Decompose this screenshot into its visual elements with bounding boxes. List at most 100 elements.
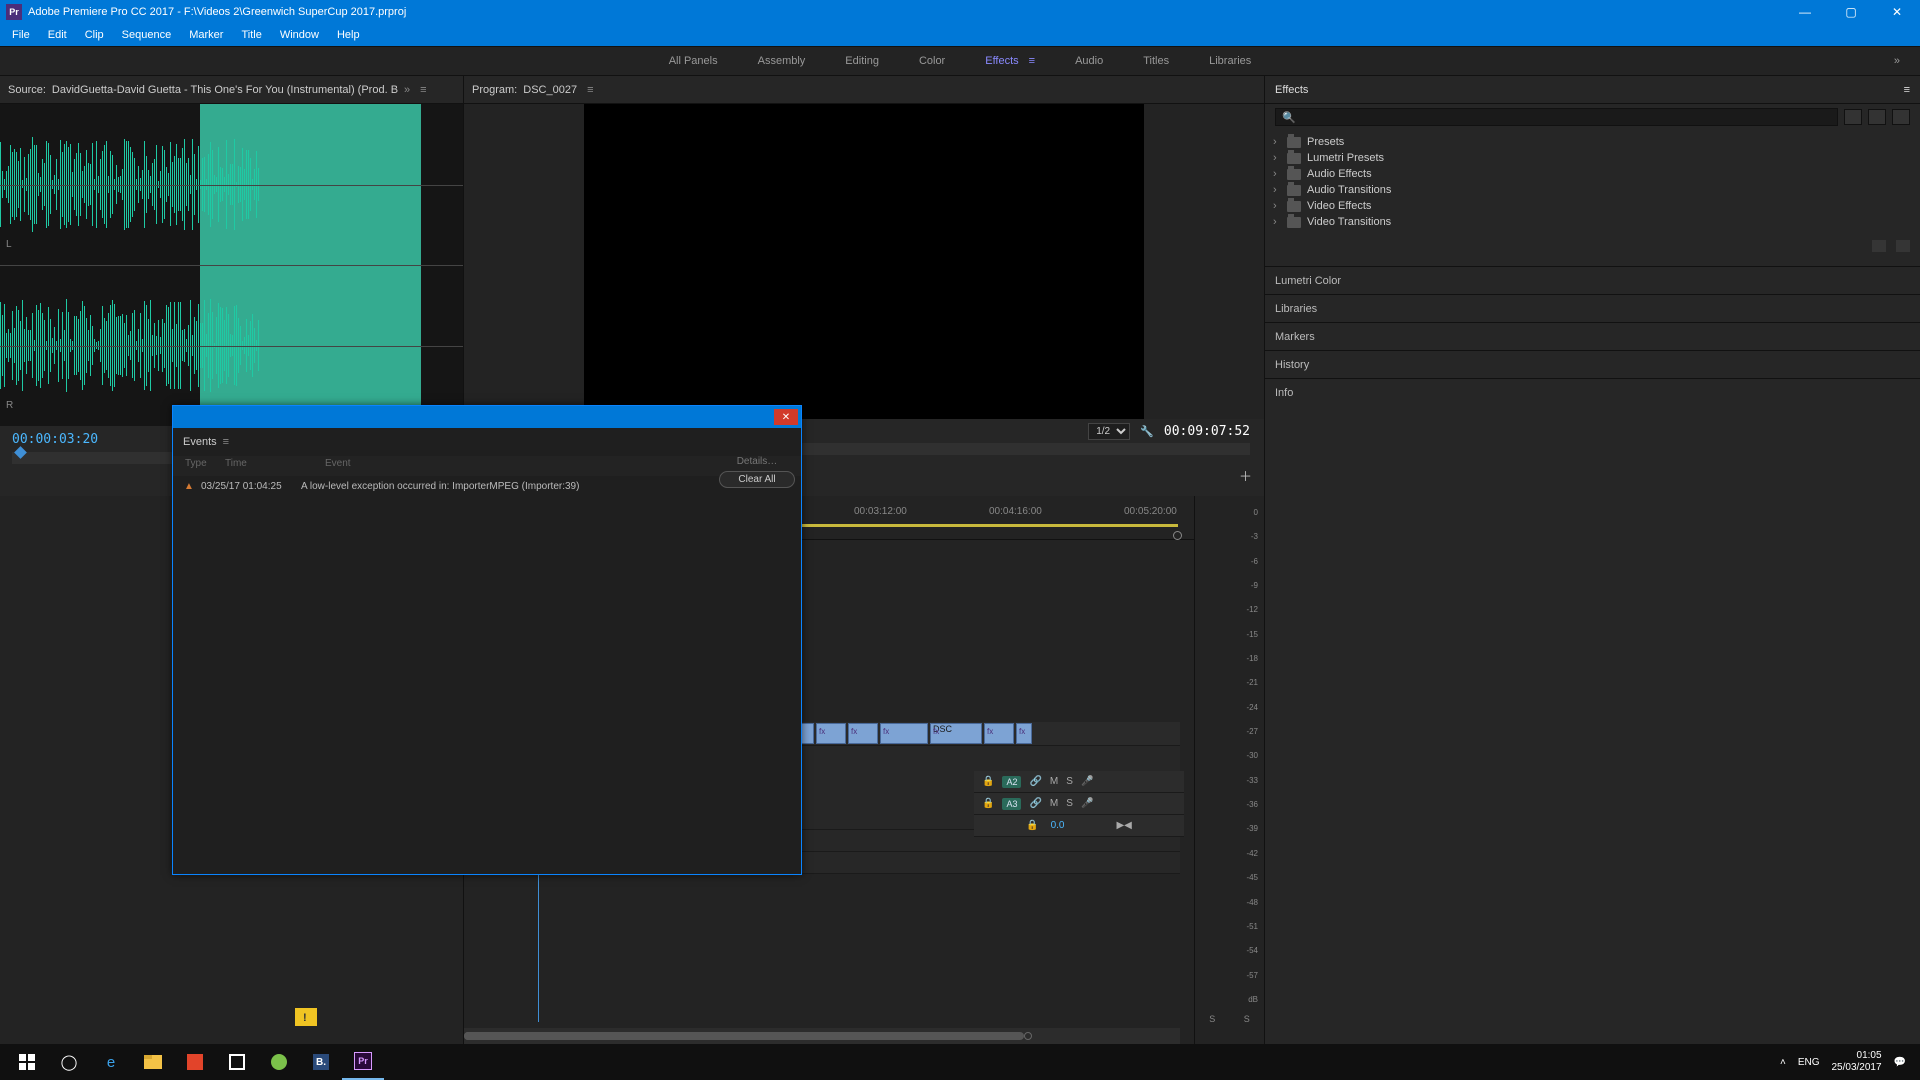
panel-lumetri-color[interactable]: Lumetri Color — [1265, 266, 1920, 294]
program-panel-menu-icon[interactable]: ≡ — [587, 84, 593, 96]
program-settings-icon[interactable]: 🔧 — [1140, 425, 1154, 438]
taskbar-app-icon-2[interactable] — [258, 1044, 300, 1080]
track-sync-lock-icon[interactable]: 🔗 — [1029, 798, 1041, 809]
menu-edit[interactable]: Edit — [40, 27, 75, 43]
events-col-type[interactable]: Type — [177, 456, 217, 476]
taskbar-start-button[interactable] — [6, 1044, 48, 1080]
meter-solo-L[interactable]: S — [1209, 1014, 1215, 1024]
program-tab[interactable]: Program: DSC_0027 ≡ — [464, 76, 1264, 104]
events-panel-menu-icon[interactable]: ≡ — [223, 436, 229, 448]
meter-solo-R[interactable]: S — [1244, 1014, 1250, 1024]
events-window[interactable]: ✕ Events ≡ Type Time Event ▲ 03/25/17 01… — [172, 405, 802, 875]
track-header-a3[interactable]: 🔒 A3 🔗 M S 🎤 — [974, 793, 1184, 815]
menu-marker[interactable]: Marker — [181, 27, 231, 43]
panel-history[interactable]: History — [1265, 350, 1920, 378]
video-clip[interactable]: fx — [984, 723, 1014, 744]
master-level-value[interactable]: 0.0 — [1051, 820, 1065, 831]
taskbar-store-icon[interactable] — [216, 1044, 258, 1080]
track-header-master[interactable]: 🔒 0.0 ▶◀ — [974, 815, 1184, 837]
menu-clip[interactable]: Clip — [77, 27, 112, 43]
workspace-editing[interactable]: Editing — [845, 55, 879, 67]
workspace-color[interactable]: Color — [919, 55, 945, 67]
tray-notifications-icon[interactable]: 💬 — [1894, 1057, 1906, 1068]
panel-markers[interactable]: Markers — [1265, 322, 1920, 350]
taskbar-premiere-icon[interactable]: Pr — [342, 1044, 384, 1080]
program-view[interactable] — [464, 104, 1264, 419]
track-tag-a2[interactable]: A2 — [1002, 776, 1021, 788]
taskbar-edge-icon[interactable]: e — [90, 1044, 132, 1080]
timeline-zoom-handle-right[interactable] — [1024, 1032, 1032, 1040]
events-clear-all-button[interactable]: Clear All — [719, 471, 795, 488]
effects-filter-icon-2[interactable] — [1868, 109, 1886, 125]
effects-folder[interactable]: ›Audio Transitions — [1265, 182, 1920, 198]
workspace-audio[interactable]: Audio — [1075, 55, 1103, 67]
taskbar-app-icon-1[interactable] — [174, 1044, 216, 1080]
menu-title[interactable]: Title — [233, 27, 269, 43]
window-minimize-button[interactable]: ― — [1782, 0, 1828, 24]
workspace-libraries[interactable]: Libraries — [1209, 55, 1251, 67]
video-clip[interactable]: fx DSC — [930, 723, 982, 744]
effects-panel-menu-icon[interactable]: ≡ — [1904, 84, 1910, 96]
master-meter-icon[interactable]: ▶◀ — [1116, 820, 1131, 831]
track-sync-lock-icon[interactable]: 🔗 — [1029, 776, 1041, 787]
effects-folder[interactable]: ›Lumetri Presets — [1265, 150, 1920, 166]
effects-panel-tab[interactable]: Effects ≡ — [1265, 76, 1920, 104]
taskbar-explorer-icon[interactable] — [132, 1044, 174, 1080]
workspace-overflow-button[interactable]: » — [1894, 55, 1900, 67]
effects-delete-icon[interactable] — [1896, 240, 1910, 252]
panel-info[interactable]: Info — [1265, 378, 1920, 406]
window-maximize-button[interactable]: ▢ — [1828, 0, 1874, 24]
events-row[interactable]: ▲ 03/25/17 01:04:25 A low-level exceptio… — [173, 476, 801, 496]
events-col-time[interactable]: Time — [217, 456, 317, 476]
workspace-all-panels[interactable]: All Panels — [669, 55, 718, 67]
track-voice-icon[interactable]: 🎤 — [1081, 776, 1093, 787]
video-clip[interactable]: fx — [1016, 723, 1032, 744]
effects-search-input[interactable]: 🔍 — [1275, 108, 1838, 126]
tray-chevron-icon[interactable]: ˄ — [1780, 1057, 1786, 1068]
track-voice-icon[interactable]: 🎤 — [1081, 798, 1093, 809]
panel-libraries[interactable]: Libraries — [1265, 294, 1920, 322]
master-lock-icon[interactable]: 🔒 — [1026, 820, 1038, 831]
program-zoom-select[interactable]: 1/2 — [1088, 423, 1130, 440]
video-clip[interactable]: fx — [848, 723, 878, 744]
video-clip[interactable]: fx — [880, 723, 928, 744]
effects-folder[interactable]: ›Video Effects — [1265, 198, 1920, 214]
events-tab[interactable]: Events ≡ — [173, 428, 801, 456]
track-solo-a2[interactable]: S — [1066, 776, 1073, 787]
workspace-titles[interactable]: Titles — [1143, 55, 1169, 67]
taskbar-app-icon-3[interactable]: B. — [300, 1044, 342, 1080]
source-timecode[interactable]: 00:00:03:20 — [12, 432, 98, 447]
taskbar-cortana-button[interactable]: ◯ — [48, 1044, 90, 1080]
track-lock-icon[interactable]: 🔒 — [982, 798, 994, 809]
events-window-titlebar[interactable]: ✕ — [173, 406, 801, 428]
program-timecode[interactable]: 00:09:07:52 — [1164, 424, 1250, 439]
effects-filter-icon-1[interactable] — [1844, 109, 1862, 125]
tray-language[interactable]: ENG — [1798, 1057, 1820, 1068]
effects-search-field[interactable] — [1300, 112, 1831, 123]
workspace-assembly[interactable]: Assembly — [758, 55, 806, 67]
menu-help[interactable]: Help — [329, 27, 368, 43]
tray-clock[interactable]: 01:05 25/03/2017 — [1831, 1050, 1881, 1074]
events-window-close-button[interactable]: ✕ — [774, 409, 798, 425]
timeline-scroll-thumb[interactable] — [464, 1032, 1024, 1040]
track-lock-icon[interactable]: 🔒 — [982, 776, 994, 787]
track-mute-a3[interactable]: M — [1050, 798, 1058, 809]
menu-sequence[interactable]: Sequence — [114, 27, 180, 43]
effects-folder[interactable]: ›Audio Effects — [1265, 166, 1920, 182]
track-header-a2[interactable]: 🔒 A2 🔗 M S 🎤 — [974, 771, 1184, 793]
workspace-effects-menu-icon[interactable]: ≡ — [1029, 55, 1035, 67]
source-tab-overflow-icon[interactable]: » — [404, 84, 410, 96]
track-mute-a2[interactable]: M — [1050, 776, 1058, 787]
window-close-button[interactable]: ✕ — [1874, 0, 1920, 24]
effects-filter-icon-3[interactable] — [1892, 109, 1910, 125]
effects-new-bin-icon[interactable] — [1872, 240, 1886, 252]
video-clip[interactable]: fx — [816, 723, 846, 744]
source-tab[interactable]: Source: DavidGuetta-David Guetta - This … — [0, 76, 463, 104]
timeline-horizontal-scrollbar[interactable] — [464, 1028, 1180, 1044]
track-tag-a3[interactable]: A3 — [1002, 798, 1021, 810]
menu-window[interactable]: Window — [272, 27, 327, 43]
effects-folder[interactable]: ›Presets — [1265, 134, 1920, 150]
track-solo-a3[interactable]: S — [1066, 798, 1073, 809]
menu-file[interactable]: File — [4, 27, 38, 43]
pgm-button-editor-button[interactable]: ＋ — [1239, 466, 1252, 485]
